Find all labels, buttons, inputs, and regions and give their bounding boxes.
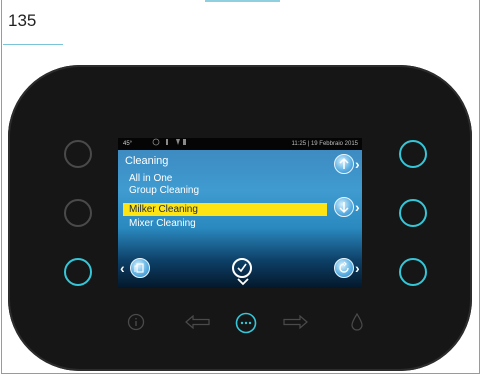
page-number: 135 xyxy=(8,11,37,30)
more-icon[interactable] xyxy=(235,312,257,334)
status-symbols-icon xyxy=(152,138,186,146)
status-icons xyxy=(152,138,192,151)
checkmark-icon xyxy=(237,263,247,273)
left-arrow-icon[interactable] xyxy=(185,315,211,329)
refresh-icon xyxy=(339,261,349,273)
arrow-down-icon xyxy=(339,202,349,214)
right-side-button-3[interactable] xyxy=(399,258,427,286)
right-arrow-icon[interactable] xyxy=(282,315,308,329)
menu-title: Cleaning xyxy=(125,155,169,167)
chevron-right-icon: › xyxy=(355,199,360,215)
scroll-down-button[interactable] xyxy=(334,197,354,217)
info-icon[interactable] xyxy=(127,313,145,331)
left-side-button-3[interactable] xyxy=(64,258,92,286)
right-side-button-1[interactable] xyxy=(399,140,427,168)
temperature-readout: 45° xyxy=(123,141,133,147)
chevron-down-icon xyxy=(237,278,249,288)
right-side-button-2[interactable] xyxy=(399,199,427,227)
status-bar: 45° 11:25 | 19 Febbraio 2015 xyxy=(118,138,362,150)
date-time-readout: 11:25 | 19 Febbraio 2015 xyxy=(291,141,359,147)
scroll-up-button[interactable] xyxy=(334,154,354,174)
arrow-up-icon xyxy=(339,157,349,169)
chevron-down-glyph xyxy=(237,278,249,286)
top-accent-line xyxy=(205,0,280,2)
chevron-left-icon: ‹ xyxy=(120,260,125,276)
menu-item-mixer-cleaning[interactable]: Mixer Cleaning xyxy=(129,218,196,229)
page-number-rule xyxy=(3,44,63,45)
chevron-right-icon: › xyxy=(355,156,360,172)
chevron-right-icon: › xyxy=(355,260,360,276)
back-page-icon xyxy=(134,263,144,273)
left-side-button-2[interactable] xyxy=(64,199,92,227)
left-side-button-1[interactable] xyxy=(64,140,92,168)
refresh-button[interactable] xyxy=(334,258,354,278)
menu-item-all-in-one[interactable]: All in One xyxy=(129,173,172,184)
back-button[interactable] xyxy=(130,258,150,278)
display-screen: 45° 11:25 | 19 Febbraio 2015 Cleaning Al… xyxy=(118,138,362,288)
menu-item-group-cleaning[interactable]: Group Cleaning xyxy=(129,185,199,196)
confirm-button[interactable] xyxy=(232,258,252,278)
menu-item-milker-cleaning[interactable]: Milker Cleaning xyxy=(123,203,327,216)
drop-icon[interactable] xyxy=(350,313,364,331)
